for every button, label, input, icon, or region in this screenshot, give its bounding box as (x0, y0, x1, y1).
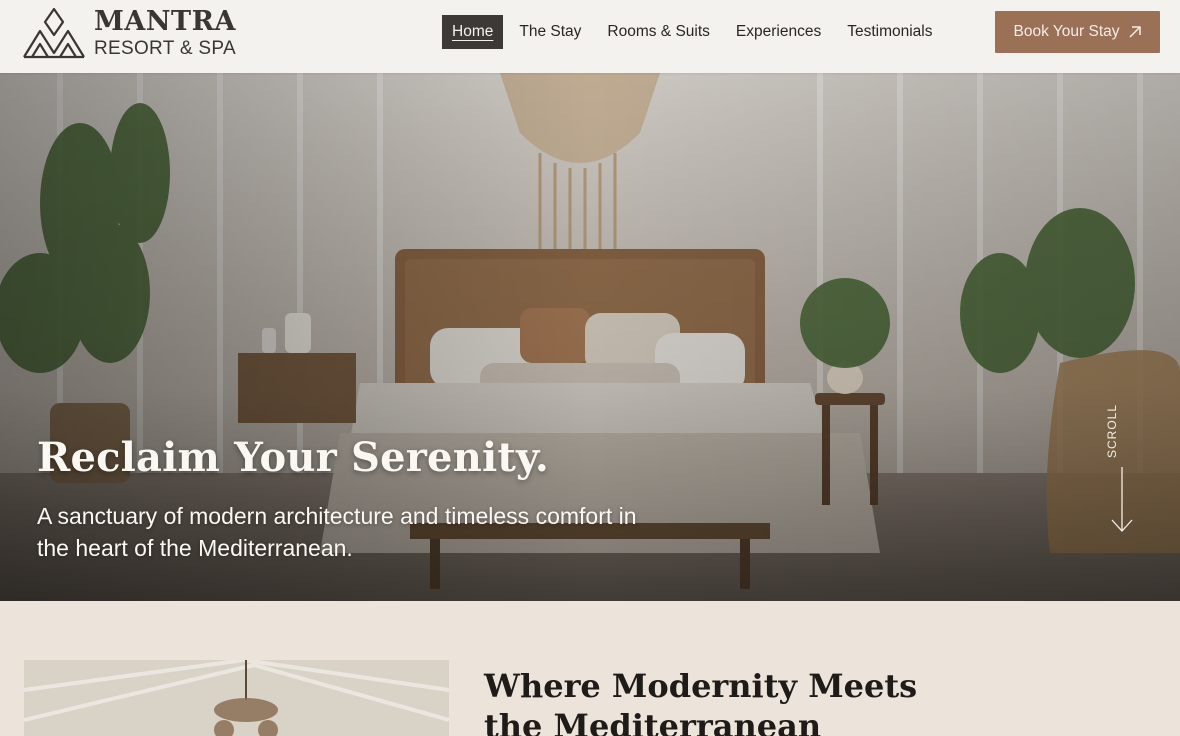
nav-item-the-stay[interactable]: The Stay (509, 15, 591, 49)
brand-subtitle: RESORT & SPA (94, 38, 236, 59)
hero-title: Reclaim Your Serenity. (37, 434, 550, 481)
arrow-up-right-icon (1128, 26, 1141, 38)
brand-logo[interactable]: MANTRA RESORT & SPA (22, 5, 236, 61)
book-your-stay-button[interactable]: Book Your Stay (995, 11, 1160, 53)
scroll-down-arrow-icon[interactable] (1104, 405, 1140, 535)
brand-name: MANTRA (94, 6, 236, 37)
nav-item-experiences[interactable]: Experiences (726, 15, 831, 49)
chandelier-image (24, 660, 449, 736)
site-header: MANTRA RESORT & SPA Home The Stay Rooms … (0, 0, 1180, 73)
hero-section: Reclaim Your Serenity. A sanctuary of mo… (0, 73, 1180, 601)
nav-item-testimonials[interactable]: Testimonials (837, 15, 942, 49)
about-title: Where Modernity Meets the Mediterranean (484, 667, 918, 736)
hero-subtitle: A sanctuary of modern architecture and t… (37, 503, 637, 561)
nav-item-home[interactable]: Home (442, 15, 504, 49)
book-button-label: Book Your Stay (1013, 23, 1120, 40)
nav-item-rooms-suits[interactable]: Rooms & Suits (597, 15, 720, 49)
about-section: Where Modernity Meets the Mediterranean (0, 601, 1180, 736)
logo-mark-icon (23, 7, 85, 59)
main-nav: Home The Stay Rooms & Suits Experiences … (442, 15, 948, 49)
